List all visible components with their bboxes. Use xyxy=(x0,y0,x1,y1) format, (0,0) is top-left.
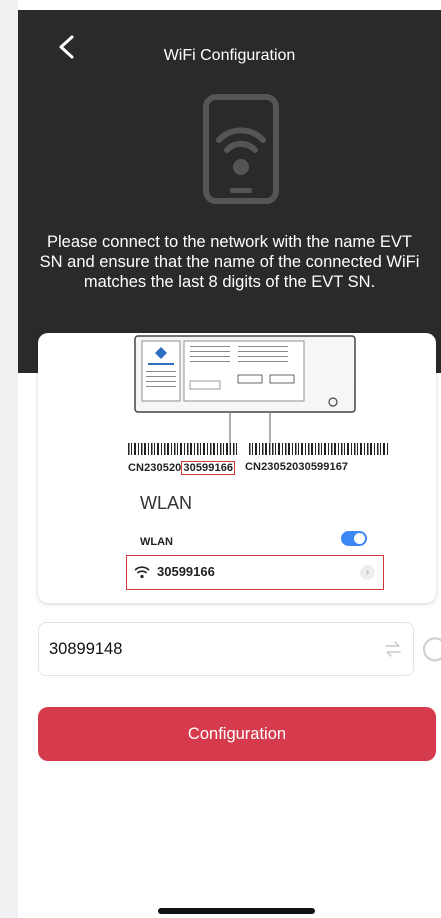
sn-input[interactable] xyxy=(49,623,369,675)
wlan-title: WLAN xyxy=(140,493,193,513)
device-label-illustration xyxy=(134,335,356,413)
wlan-toggle-label: WLAN xyxy=(140,536,173,548)
status-bar xyxy=(18,0,441,10)
chevron-right-icon: › xyxy=(360,565,375,580)
swap-icon[interactable] xyxy=(383,639,403,659)
sn-label-1-prefix: CN230520 xyxy=(128,462,182,474)
page-title: WiFi Configuration xyxy=(163,47,296,64)
example-network-row: 30599166 › xyxy=(126,555,384,590)
phone-wifi-icon xyxy=(203,94,279,204)
example-network-name: 30599166 xyxy=(157,564,215,579)
home-indicator xyxy=(158,908,315,914)
wifi-icon xyxy=(134,566,150,579)
sn-input-box xyxy=(38,622,414,676)
wlan-toggle xyxy=(341,531,367,546)
left-edge-strip xyxy=(0,0,18,918)
instruction-text: Please connect to the network with the n… xyxy=(39,233,420,291)
sn-label-1-highlight: 30599166 xyxy=(181,461,236,475)
sn-label-1: CN230520 30599166 xyxy=(128,461,236,475)
example-card: CN230520 30599166 CN230520305991​67 WLAN … xyxy=(38,333,436,603)
sn-label-2: CN230520305991​67 xyxy=(245,461,349,473)
header-panel: WiFi Configuration Please connect to the… xyxy=(18,10,441,373)
refresh-icon[interactable] xyxy=(420,634,441,664)
configuration-button[interactable]: Configuration xyxy=(38,707,436,761)
